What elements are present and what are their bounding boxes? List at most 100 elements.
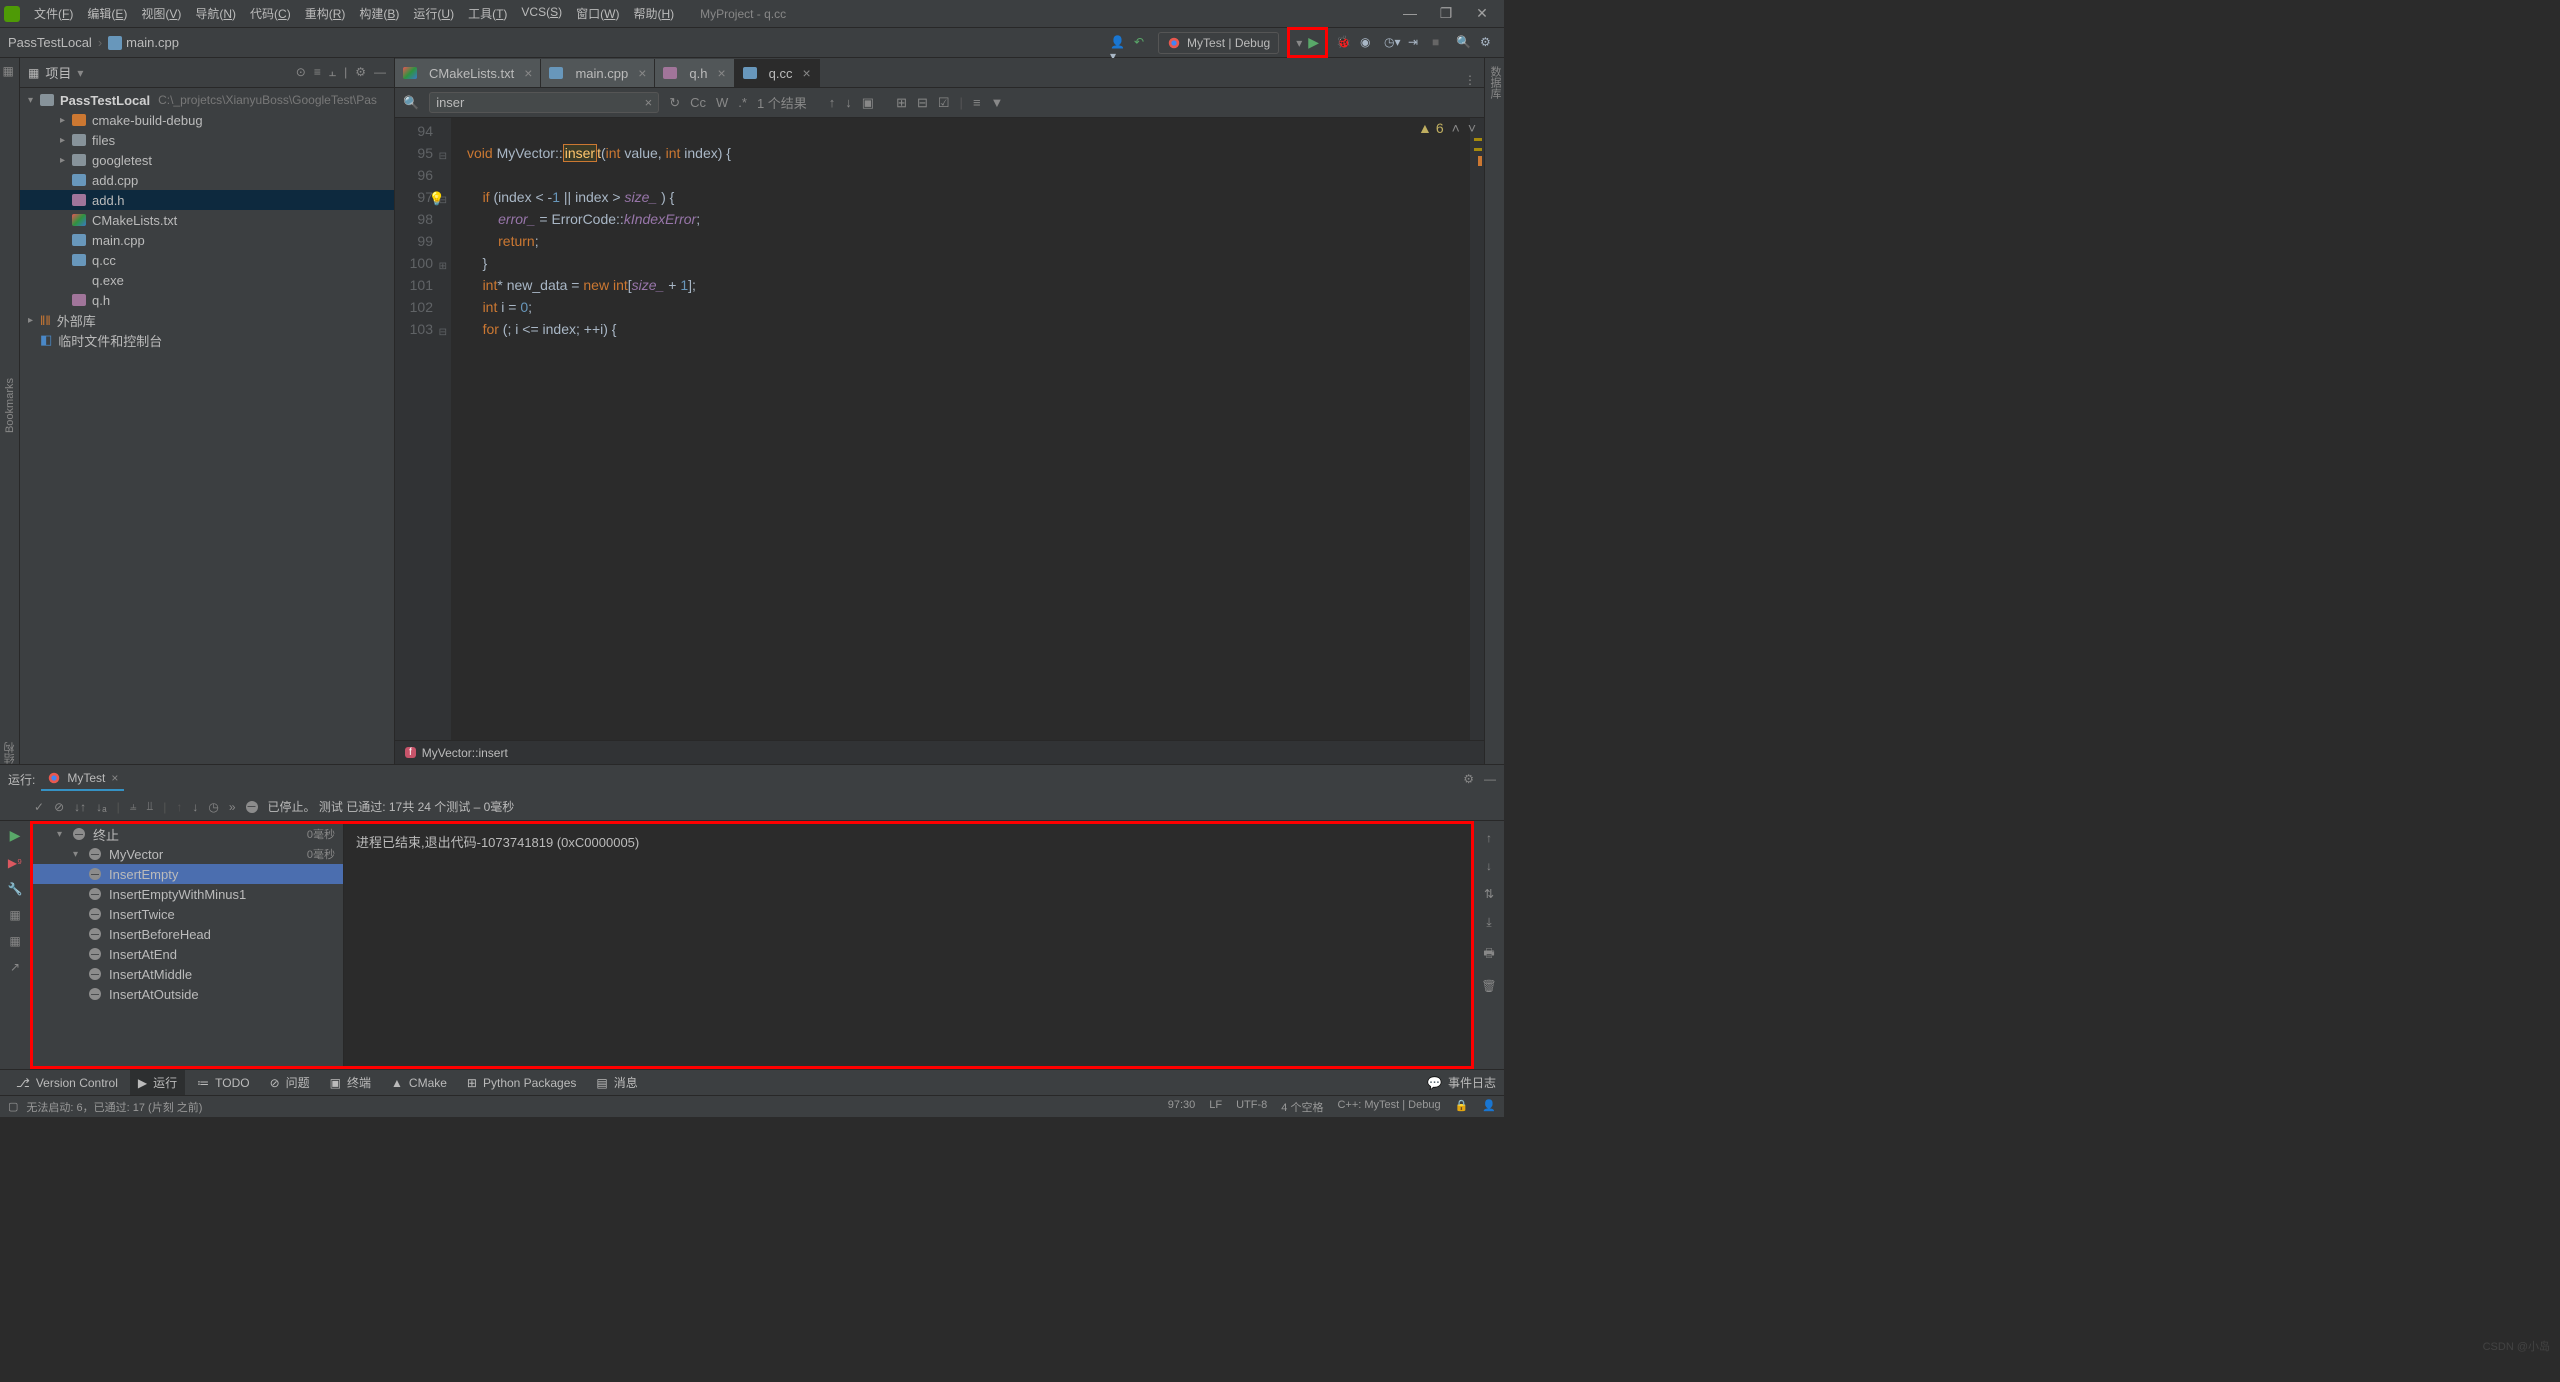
test-node-终止[interactable]: ▾—终止0毫秒 bbox=[33, 824, 343, 844]
find-input[interactable] bbox=[436, 95, 644, 110]
gutter-line[interactable]: 100⊞ bbox=[395, 252, 433, 274]
close-button[interactable]: ✕ bbox=[1472, 5, 1492, 22]
gear-icon[interactable]: ⚙ bbox=[355, 65, 366, 80]
locate-icon[interactable]: ⊙ bbox=[296, 65, 306, 80]
chevron-down-icon[interactable]: ˅ bbox=[1468, 120, 1476, 136]
chevron-icon[interactable]: ▸ bbox=[60, 115, 72, 126]
rerun-failed-icon[interactable]: ▶⁹ bbox=[8, 856, 22, 870]
more-icon[interactable]: » bbox=[229, 800, 236, 814]
cursor-position[interactable]: 97:30 bbox=[1168, 1099, 1196, 1115]
code-line[interactable]: int* new_data = new int[size_ + 1]; bbox=[467, 274, 1470, 296]
bottom-tab-Python Packages[interactable]: ⊞Python Packages bbox=[459, 1072, 584, 1094]
toggle-icon[interactable]: 🔧 bbox=[8, 882, 23, 896]
prev-match-icon[interactable]: ↑ bbox=[829, 95, 836, 110]
intention-bulb-icon[interactable]: 💡 bbox=[429, 188, 445, 210]
down-icon[interactable]: ↓ bbox=[192, 800, 198, 814]
filter-icon[interactable]: ▼ bbox=[991, 95, 1004, 110]
clear-icon[interactable]: × bbox=[645, 95, 653, 110]
attach-icon[interactable]: ⇥ bbox=[1408, 35, 1424, 51]
menu-工具[interactable]: 工具(T) bbox=[462, 1, 513, 26]
sidebar-title[interactable]: 项目 bbox=[45, 63, 71, 82]
settings-icon[interactable]: ⚙ bbox=[1480, 35, 1496, 51]
project-view-icon[interactable]: ▦ bbox=[28, 66, 39, 80]
code-editor[interactable]: 9495⊟9697⊟💡9899100⊞101102103⊟ void MyVec… bbox=[395, 118, 1484, 740]
close-icon[interactable]: × bbox=[717, 65, 725, 81]
tree-root[interactable]: ▾ PassTestLocal C:\_projetcs\XianyuBoss\… bbox=[20, 90, 394, 110]
menu-运行[interactable]: 运行(U) bbox=[407, 1, 460, 26]
chevron-up-icon[interactable]: ˄ bbox=[1452, 120, 1460, 136]
tree-item-files[interactable]: ▸files bbox=[20, 130, 394, 150]
gear-icon[interactable]: ⚙ bbox=[1463, 772, 1474, 786]
editor-tab-CMakeLists.txt[interactable]: CMakeLists.txt× bbox=[395, 59, 541, 87]
test-node-InsertEmptyWithMinus1[interactable]: —InsertEmptyWithMinus1 bbox=[33, 884, 343, 904]
code-content[interactable]: void MyVector::insert(int value, int ind… bbox=[451, 118, 1470, 740]
code-line[interactable]: int i = 0; bbox=[467, 296, 1470, 318]
bottom-tab-问题[interactable]: ⊘问题 bbox=[262, 1070, 318, 1095]
hide-icon[interactable]: — bbox=[374, 65, 386, 80]
structure-stripe[interactable]: 结构 bbox=[2, 742, 18, 764]
chevron-icon[interactable]: ▾ bbox=[73, 849, 85, 860]
bottom-tab-CMake[interactable]: ▲CMake bbox=[383, 1072, 455, 1094]
find-input-wrap[interactable]: × bbox=[429, 92, 659, 113]
menu-文件[interactable]: 文件(F) bbox=[28, 1, 79, 26]
stop-circle-icon[interactable]: ⊘ bbox=[54, 800, 64, 814]
code-line[interactable]: } bbox=[467, 252, 1470, 274]
collapse-icon[interactable]: ⫠ bbox=[329, 65, 336, 80]
search-icon[interactable]: 🔍 bbox=[1456, 35, 1472, 51]
breadcrumb-file[interactable]: main.cpp bbox=[108, 35, 179, 51]
tree-item-cmake-build-debug[interactable]: ▸cmake-build-debug bbox=[20, 110, 394, 130]
fold-icon[interactable]: ⊞ bbox=[439, 256, 447, 278]
up-icon[interactable]: ↑ bbox=[176, 800, 182, 814]
trash-icon[interactable]: 🗑 bbox=[1481, 979, 1496, 993]
case-icon[interactable]: Cc bbox=[690, 95, 706, 110]
database-stripe[interactable]: 数据库 bbox=[1485, 58, 1505, 107]
test-node-InsertAtEnd[interactable]: —InsertAtEnd bbox=[33, 944, 343, 964]
breadcrumb-root[interactable]: PassTestLocal bbox=[8, 35, 92, 50]
menu-编辑[interactable]: 编辑(E) bbox=[81, 1, 133, 26]
run-configuration-selector[interactable]: MyTest | Debug bbox=[1158, 32, 1279, 54]
tree-item-q.exe[interactable]: q.exe bbox=[20, 270, 394, 290]
next-match-icon[interactable]: ↓ bbox=[845, 95, 852, 110]
dropdown-icon[interactable]: ▾ bbox=[77, 66, 83, 80]
wrap-icon[interactable]: ⇅ bbox=[1484, 887, 1494, 901]
gutter-line[interactable]: 101 bbox=[395, 274, 433, 296]
add-selection-icon[interactable]: ⊞ bbox=[896, 95, 907, 111]
run-button[interactable]: ▶ bbox=[1308, 34, 1319, 51]
profile-icon[interactable]: ◷▾ bbox=[1384, 35, 1400, 51]
dropdown-icon[interactable]: ▾ bbox=[1296, 36, 1302, 50]
sort-alpha-icon[interactable]: ↓ₐ bbox=[96, 800, 106, 814]
export-icon[interactable]: ↗ bbox=[10, 960, 20, 974]
expand-icon[interactable]: ≡ bbox=[314, 65, 321, 80]
history-icon[interactable]: ↻ bbox=[669, 95, 680, 111]
warnings-badge[interactable]: ▲ 6 bbox=[1418, 120, 1444, 136]
minimize-button[interactable]: — bbox=[1400, 5, 1420, 22]
status-icon[interactable]: ▢ bbox=[8, 1100, 18, 1113]
code-line[interactable]: if (index < -1 || index > size_ ) { bbox=[467, 186, 1470, 208]
fold-icon[interactable]: ⊟ bbox=[439, 146, 447, 168]
up-arrow-icon[interactable]: ↑ bbox=[1486, 831, 1492, 845]
test-node-InsertEmpty[interactable]: —InsertEmpty bbox=[33, 864, 343, 884]
sort-icon[interactable]: ↓↑ bbox=[74, 800, 86, 814]
console-output[interactable]: 进程已结束,退出代码-1073741819 (0xC0000005) bbox=[343, 824, 1471, 1066]
project-stripe-icon[interactable]: ▦ bbox=[3, 64, 17, 78]
bottom-tab-TODO[interactable]: ≔TODO bbox=[189, 1072, 257, 1094]
down-arrow-icon[interactable]: ↓ bbox=[1486, 859, 1492, 873]
tree-item-googletest[interactable]: ▸googletest bbox=[20, 150, 394, 170]
gutter-line[interactable]: 95⊟ bbox=[395, 142, 433, 164]
editor-tab-q.cc[interactable]: q.cc× bbox=[735, 59, 820, 87]
editor-tab-q.h[interactable]: q.h× bbox=[655, 59, 734, 87]
tree-item-add.h[interactable]: add.h bbox=[20, 190, 394, 210]
menu-构建[interactable]: 构建(B) bbox=[353, 1, 405, 26]
print-icon[interactable]: 🖶 bbox=[1483, 944, 1494, 965]
debug-icon[interactable]: 🐞 bbox=[1336, 35, 1352, 51]
remove-selection-icon[interactable]: ⊟ bbox=[917, 95, 928, 111]
close-icon[interactable]: × bbox=[638, 65, 646, 81]
context[interactable]: C++: MyTest | Debug bbox=[1337, 1099, 1440, 1115]
tree-item-add.cpp[interactable]: add.cpp bbox=[20, 170, 394, 190]
layout-icon[interactable]: ▦ bbox=[9, 934, 20, 948]
regex-icon[interactable]: .* bbox=[738, 95, 747, 110]
code-line[interactable]: error_ = ErrorCode::kIndexError; bbox=[467, 208, 1470, 230]
run-tab-active[interactable]: MyTest × bbox=[41, 767, 124, 791]
menu-重构[interactable]: 重构(R) bbox=[299, 1, 352, 26]
chevron-icon[interactable]: ▸ bbox=[60, 155, 72, 166]
